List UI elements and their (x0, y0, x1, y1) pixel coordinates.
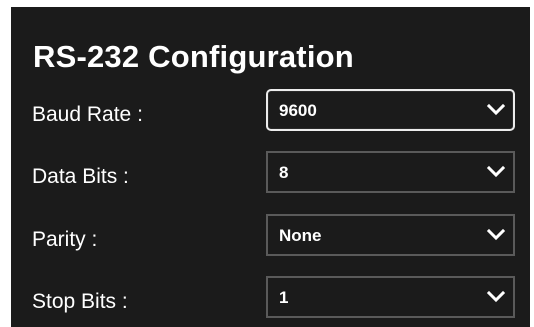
baud-rate-row: Baud Rate : 9600 (11, 89, 530, 139)
parity-select[interactable]: None (266, 214, 515, 256)
parity-row: Parity : None (11, 214, 530, 264)
parity-label: Parity : (32, 228, 98, 251)
stop-bits-select[interactable]: 1 (266, 276, 515, 318)
chevron-down-icon (487, 290, 505, 303)
parity-value: None (279, 226, 322, 245)
stop-bits-row: Stop Bits : 1 (11, 276, 530, 326)
stop-bits-label: Stop Bits : (32, 290, 128, 313)
data-bits-label: Data Bits : (32, 165, 129, 188)
baud-rate-label: Baud Rate : (32, 103, 143, 126)
baud-rate-value: 9600 (279, 101, 317, 120)
panel-title: RS-232 Configuration (33, 39, 354, 74)
chevron-down-icon (487, 165, 505, 178)
chevron-down-icon (487, 228, 505, 241)
rs232-config-panel: RS-232 Configuration Baud Rate : 9600 Da… (11, 7, 530, 327)
data-bits-row: Data Bits : 8 (11, 151, 530, 201)
data-bits-value: 8 (279, 163, 289, 182)
data-bits-select[interactable]: 8 (266, 151, 515, 193)
stop-bits-value: 1 (279, 288, 289, 307)
chevron-down-icon (487, 103, 505, 116)
baud-rate-select[interactable]: 9600 (266, 89, 515, 131)
